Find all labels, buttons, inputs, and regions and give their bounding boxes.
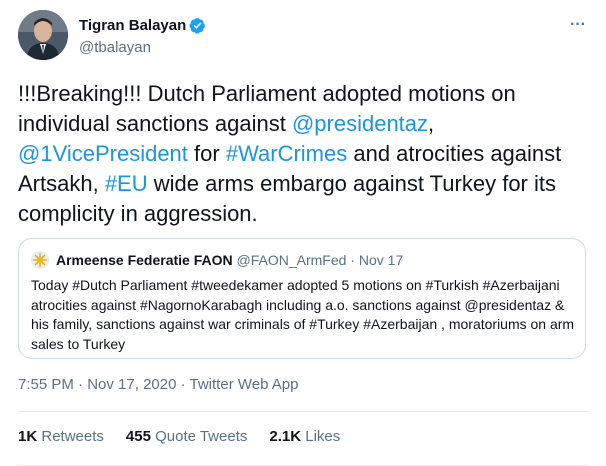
quoted-author-name: Armeense Federatie FAON [56, 252, 233, 268]
mention-link[interactable]: @1VicePresident [18, 141, 188, 166]
quoted-date: Nov 17 [358, 252, 404, 268]
tweet-card: Tigran Balayan @tbalayan ··· !!!Breaking… [0, 0, 606, 466]
author-avatar[interactable] [18, 10, 68, 60]
quoted-author-avatar [31, 251, 49, 269]
mention-link[interactable]: @presidentaz [292, 111, 428, 136]
quote-tweets-label: Quote Tweets [155, 428, 248, 445]
quoted-tweet-header: Armeense Federatie FAON @FAON_ArmFed · N… [56, 252, 403, 268]
tweet-text: !!!Breaking!!! Dutch Parliament adopted … [18, 79, 593, 229]
tweet-meta: 7:55 PM · Nov 17, 2020 · Twitter Web App [18, 376, 298, 393]
divider-top [18, 411, 588, 412]
tweet-time[interactable]: 7:55 PM [18, 376, 74, 393]
likes-stat[interactable]: 2.1K Likes [269, 428, 340, 445]
quoted-author-handle: @FAON_ArmFed [236, 252, 347, 268]
likes-label: Likes [305, 428, 341, 445]
retweets-label: Retweets [41, 428, 104, 445]
author-name-row[interactable]: Tigran Balayan [79, 17, 206, 34]
tweet-date[interactable]: Nov 17, 2020 [87, 376, 176, 393]
quote-tweets-stat[interactable]: 455 Quote Tweets [126, 428, 247, 445]
quote-tweets-count: 455 [125, 428, 151, 445]
retweets-count: 1K [18, 428, 38, 445]
author-handle[interactable]: @tbalayan [79, 39, 151, 56]
likes-count: 2.1K [269, 428, 302, 445]
more-options-icon[interactable]: ··· [570, 16, 586, 34]
quoted-tweet-text: Today #Dutch Parliament #tweedekamer ado… [31, 277, 575, 352]
quoted-separator: · [346, 252, 359, 268]
hashtag-link[interactable]: #WarCrimes [226, 141, 347, 166]
meta-separator: · [73, 376, 88, 393]
engagement-stats: 1K Retweets 455 Quote Tweets 2.1K Likes [18, 428, 362, 445]
meta-separator-2: · [176, 376, 190, 393]
tweet-text-segment: for [187, 141, 226, 166]
tweet-text-segment: , [428, 111, 435, 136]
hashtag-link[interactable]: #EU [105, 171, 148, 196]
tweet-source[interactable]: Twitter Web App [190, 376, 299, 393]
author-display-name[interactable]: Tigran Balayan [79, 17, 186, 34]
tweet-text-segment: !!!Breaking!!! Dutch Parliament adopted … [18, 81, 516, 136]
retweets-stat[interactable]: 1K Retweets [18, 428, 104, 445]
quoted-tweet[interactable]: Armeense Federatie FAON @FAON_ArmFed · N… [18, 238, 586, 359]
verified-badge-icon [189, 17, 206, 34]
